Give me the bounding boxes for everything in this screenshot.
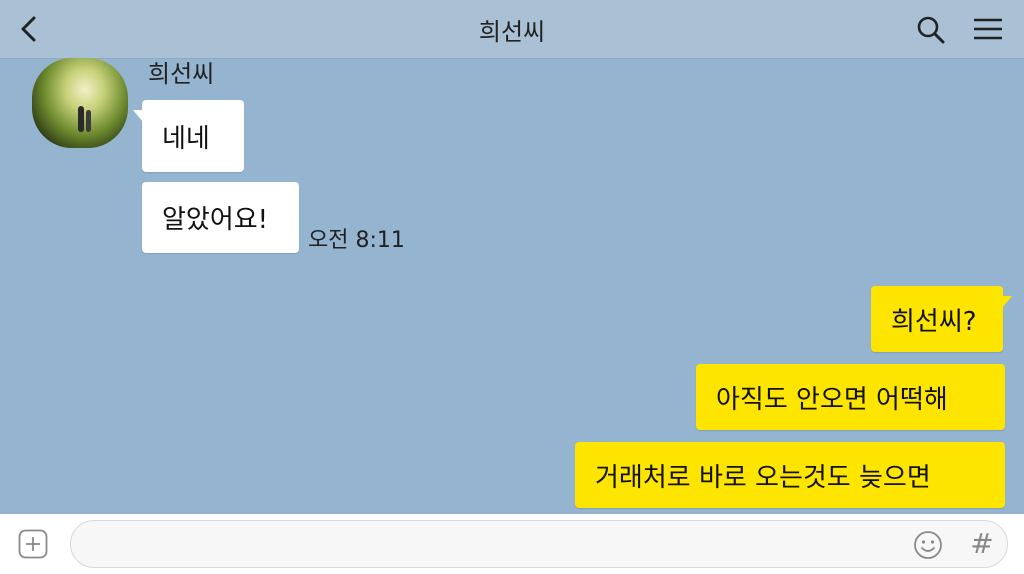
outgoing-message[interactable]: 희선씨? bbox=[871, 286, 1012, 352]
bubble-tail bbox=[1002, 296, 1012, 308]
top-bar: 희선씨 bbox=[0, 0, 1024, 59]
message-time: 오전 8:11 bbox=[308, 228, 405, 253]
emoji-icon bbox=[914, 531, 942, 559]
avatar-figure bbox=[78, 106, 84, 132]
incoming-message[interactable]: 알았어요! bbox=[142, 182, 299, 253]
message-text: 희선씨? bbox=[891, 306, 977, 337]
avatar-figure-2 bbox=[86, 110, 91, 132]
chat-title: 희선씨 bbox=[478, 18, 546, 46]
search-button[interactable] bbox=[914, 14, 948, 46]
message-text: 거래처로 바로 오는것도 늦으면 bbox=[595, 462, 931, 493]
outgoing-message[interactable]: 거래처로 바로 오는것도 늦으면 bbox=[575, 442, 1005, 508]
plus-icon bbox=[18, 529, 48, 559]
attach-button[interactable] bbox=[18, 529, 48, 559]
message-text: 아직도 안오면 어떡해 bbox=[716, 384, 948, 415]
message-text: 네네 bbox=[162, 123, 210, 154]
sender-name: 희선씨 bbox=[148, 60, 215, 88]
hashtag-button[interactable]: # bbox=[968, 528, 996, 560]
menu-button[interactable] bbox=[970, 14, 1006, 46]
message-text: 알았어요! bbox=[162, 205, 269, 235]
bubble-tail bbox=[133, 110, 143, 122]
avatar[interactable] bbox=[32, 58, 128, 148]
menu-icon bbox=[974, 18, 1002, 40]
search-icon bbox=[917, 16, 945, 44]
composer-bar bbox=[0, 514, 1024, 574]
outgoing-message[interactable]: 아직도 안오면 어떡해 bbox=[696, 364, 1005, 430]
message-input[interactable] bbox=[70, 520, 1008, 568]
incoming-message[interactable]: 네네 bbox=[133, 100, 244, 172]
emoji-button[interactable] bbox=[912, 529, 944, 561]
